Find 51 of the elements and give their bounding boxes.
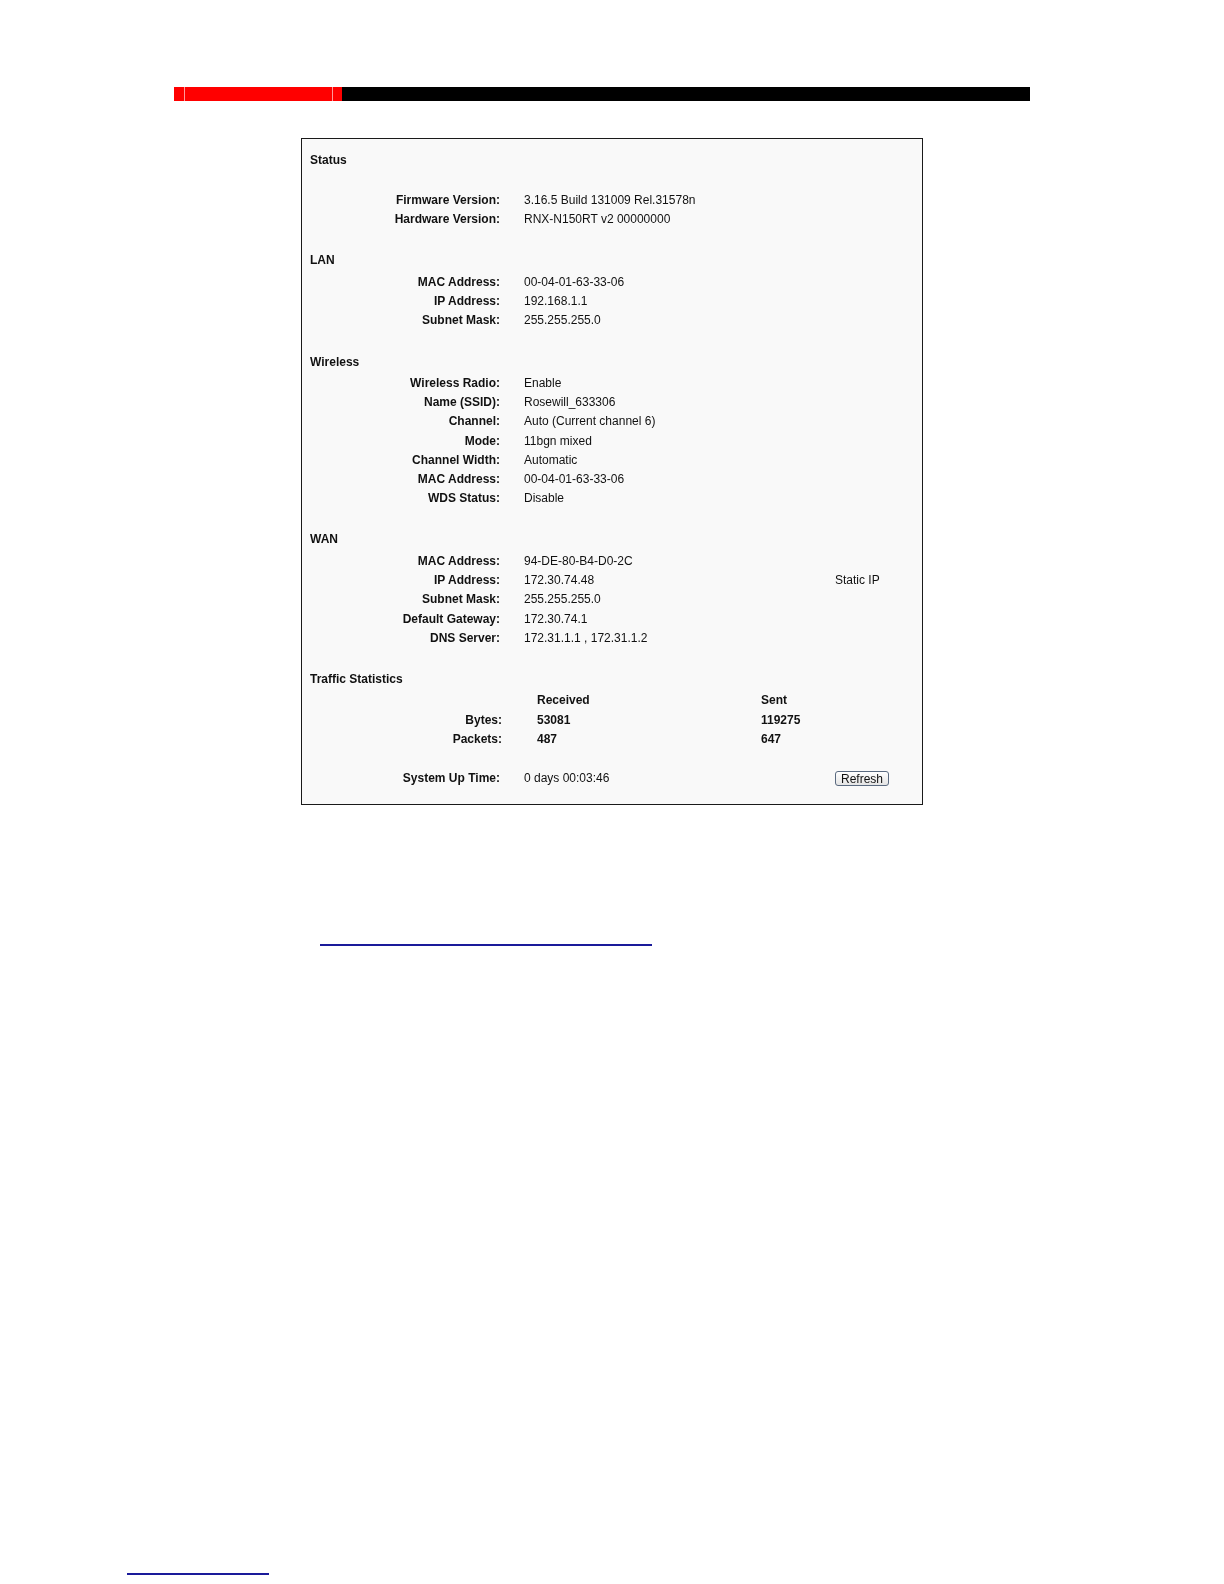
field-value: Disable [524, 490, 566, 508]
field-label: MAC Address: [416, 273, 500, 291]
field-label: Subnet Mask: [421, 591, 500, 609]
field-label: Hardware Version: [393, 211, 500, 229]
field-value: Auto (Current channel 6) [524, 413, 657, 431]
stat-label: Packets: [451, 730, 502, 748]
field-value: 11bgn mixed [524, 432, 593, 450]
field-value: 00-04-01-63-33-06 [524, 471, 626, 489]
section-heading: Wireless [310, 353, 361, 371]
field-label: WDS Status: [427, 490, 500, 508]
field-value: 00-04-01-63-33-06 [524, 273, 626, 291]
field-value: 172.31.1.1 , 172.31.1.2 [524, 629, 649, 647]
field-label: Channel: [447, 413, 500, 431]
field-value: Rosewill_633306 [524, 394, 617, 412]
field-label: Channel Width: [411, 451, 500, 469]
column-header: Sent [761, 692, 788, 710]
field-label: Default Gateway: [401, 610, 500, 628]
field-value: 255.255.255.0 [524, 312, 602, 330]
field-value: 0 days 00:03:46 [524, 770, 611, 788]
field-value: RNX-N150RT v2 00000000 [524, 211, 672, 229]
field-value: Automatic [524, 451, 579, 469]
connection-type-text: Static IP [835, 572, 881, 590]
field-value: 192.168.1.1 [524, 293, 589, 311]
field-label: Name (SSID): [423, 394, 500, 412]
field-value: 172.30.74.48 [524, 572, 596, 590]
field-value: 255.255.255.0 [524, 591, 602, 609]
field-label: MAC Address: [416, 471, 500, 489]
field-label: IP Address: [432, 572, 500, 590]
field-label: System Up Time: [401, 770, 500, 788]
stat-value: 487 [537, 730, 559, 748]
field-label: MAC Address: [416, 552, 500, 570]
stat-value: 119275 [761, 711, 802, 729]
stat-value: 53081 [537, 711, 572, 729]
field-label: Firmware Version: [394, 192, 500, 209]
field-label: Wireless Radio: [409, 375, 500, 392]
section-heading: Status [310, 152, 348, 169]
section-heading: LAN [310, 252, 336, 270]
field-label: IP Address: [432, 293, 500, 311]
section-heading: Traffic Statistics [310, 670, 404, 688]
field-value: 172.30.74.1 [524, 610, 589, 628]
stat-value: 647 [761, 730, 783, 748]
column-header: Received [537, 692, 591, 710]
refresh-button[interactable]: Refresh [835, 771, 890, 787]
field-value: 3.16.5 Build 131009 Rel.31578n [524, 192, 697, 209]
stat-label: Bytes: [464, 711, 502, 729]
field-label: Mode: [463, 432, 500, 450]
field-label: Subnet Mask: [421, 312, 500, 330]
field-value: Enable [524, 375, 563, 392]
field-value: 94-DE-80-B4-D0-2C [524, 552, 634, 570]
field-label: DNS Server: [428, 629, 500, 647]
section-heading: WAN [310, 531, 339, 549]
